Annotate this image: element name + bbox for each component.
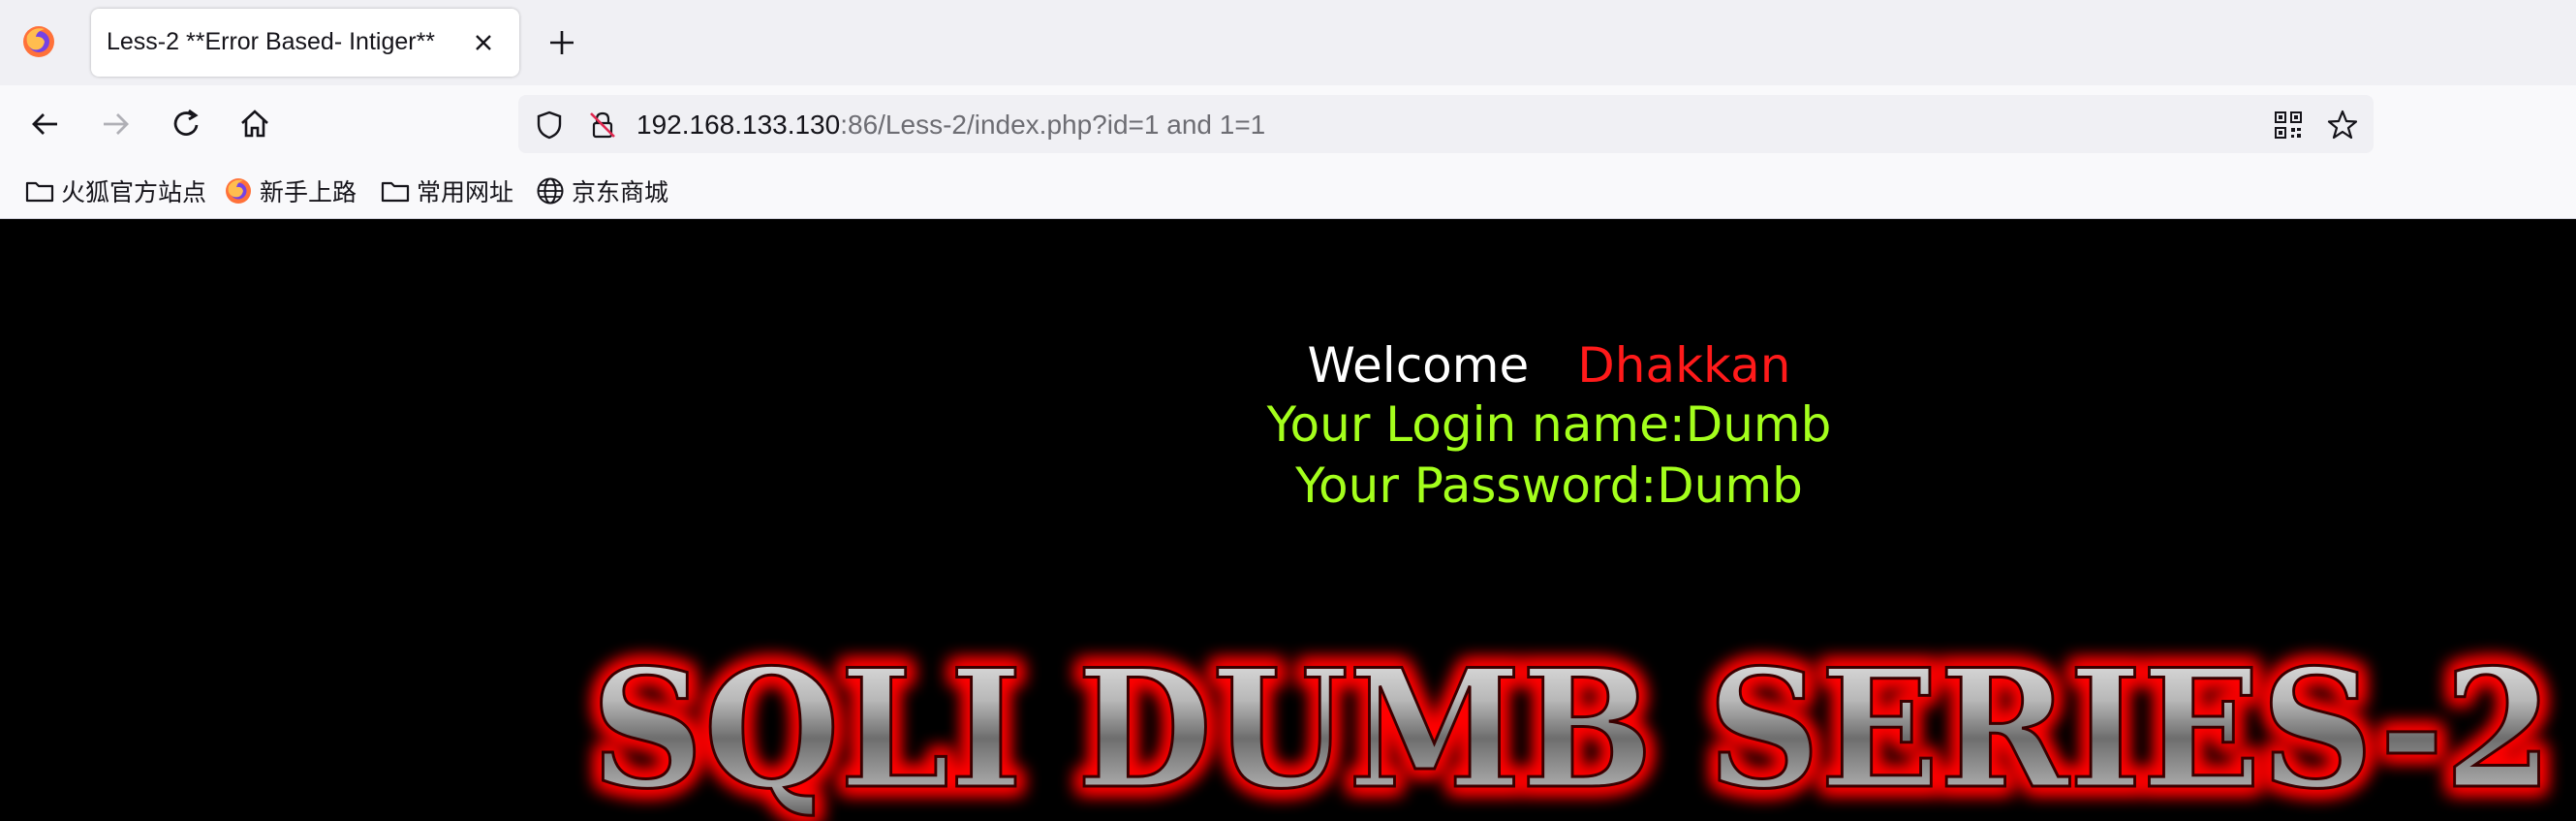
- page-content: Welcome Dhakkan Your Login name:Dumb Your…: [0, 219, 2576, 821]
- tab-bar: Less-2 **Error Based- Intiger**: [0, 0, 2576, 85]
- active-tab[interactable]: Less-2 **Error Based- Intiger**: [91, 9, 519, 77]
- bookmark-label: 火狐官方站点: [61, 178, 207, 206]
- banner-title: SQLI DUMB SERIES-2: [591, 633, 2553, 821]
- bookmark-item[interactable]: 新手上路: [223, 173, 357, 209]
- shield-icon[interactable]: [533, 109, 566, 142]
- bookmarks-toolbar: 火狐官方站点 新手上路 常用网址 京东商城: [0, 165, 2576, 219]
- bookmark-label: 新手上路: [260, 178, 357, 206]
- sqli-dumb-series-banner: SQLI DUMB SERIES-2 SQLI DUMB SERIES-2: [584, 631, 2560, 821]
- firefox-icon: [226, 178, 251, 204]
- welcome-name: Dhakkan: [1577, 337, 1791, 394]
- address-bar[interactable]: 192.168.133.130:86/Less-2/index.php?id=1…: [518, 95, 2374, 153]
- folder-icon: [381, 181, 410, 203]
- password-text: Your Password:Dumb: [1295, 458, 1803, 514]
- globe-icon: [537, 177, 564, 205]
- tab-title: Less-2 **Error Based- Intiger**: [107, 28, 436, 55]
- url-path: :86/Less-2/index.php?id=1 and 1=1: [840, 110, 1266, 140]
- qr-code-icon[interactable]: [2272, 109, 2305, 142]
- bookmark-item[interactable]: 京东商城: [535, 173, 668, 209]
- navigation-toolbar: 192.168.133.130:86/Less-2/index.php?id=1…: [0, 85, 2576, 165]
- bookmark-item[interactable]: 常用网址: [380, 173, 513, 209]
- plus-icon[interactable]: [544, 25, 579, 60]
- reload-icon[interactable]: [167, 105, 205, 143]
- firefox-icon[interactable]: [19, 22, 58, 61]
- bookmark-label: 常用网址: [417, 178, 514, 206]
- forward-arrow-icon[interactable]: [96, 105, 135, 143]
- welcome-message: Welcome Dhakkan: [0, 337, 2576, 394]
- insecure-lock-icon[interactable]: [586, 109, 619, 142]
- bookmark-star-icon[interactable]: [2326, 109, 2359, 142]
- welcome-word: Welcome: [1307, 337, 1530, 394]
- url-host: 192.168.133.130: [636, 110, 841, 140]
- home-icon[interactable]: [235, 105, 274, 143]
- url-text[interactable]: 192.168.133.130:86/Less-2/index.php?id=1…: [636, 110, 1265, 141]
- bookmark-item[interactable]: 火狐官方站点: [24, 173, 206, 209]
- back-arrow-icon[interactable]: [26, 105, 65, 143]
- bookmark-label: 京东商城: [572, 178, 669, 206]
- close-icon[interactable]: [471, 30, 496, 55]
- login-name-text: Your Login name:Dumb: [1266, 396, 1832, 453]
- folder-icon: [25, 181, 54, 203]
